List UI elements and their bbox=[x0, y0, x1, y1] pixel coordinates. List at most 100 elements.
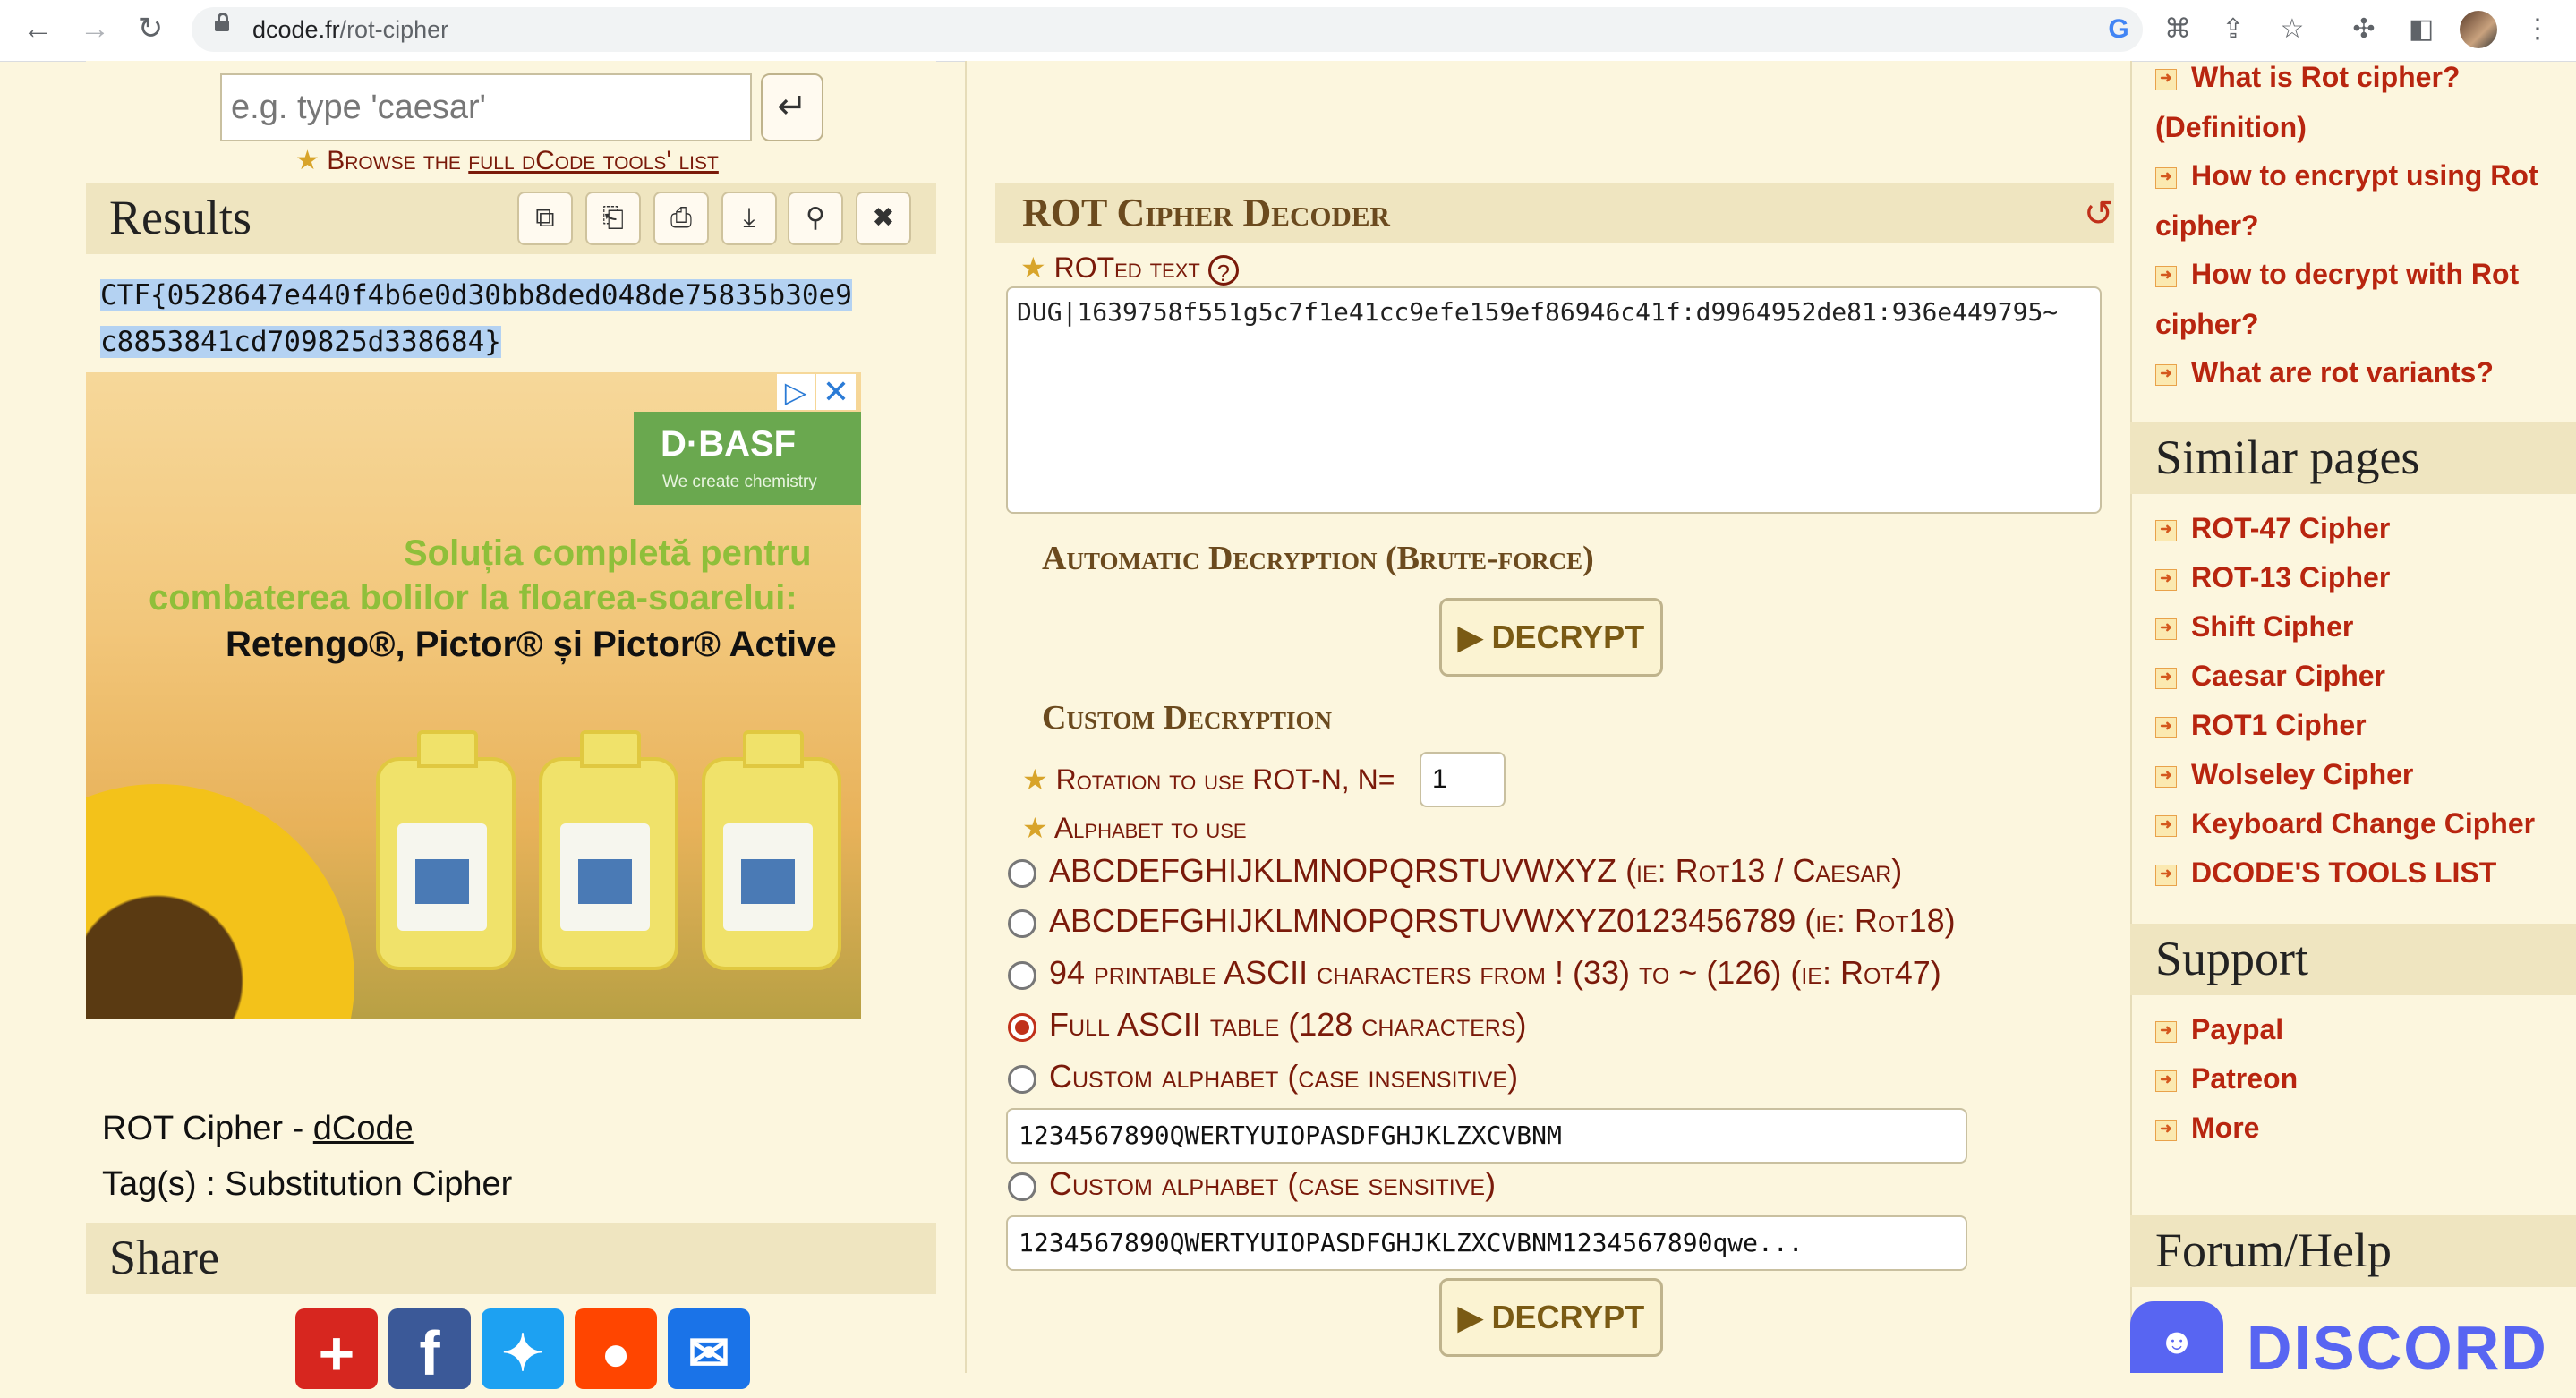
decoder-title: ROT Cipher Decoder bbox=[1022, 191, 1390, 234]
profile-avatar[interactable] bbox=[2460, 11, 2497, 48]
search-input[interactable]: e.g. type 'caesar' bbox=[220, 73, 752, 141]
alphabet-radio-rot13[interactable] bbox=[1008, 859, 1036, 888]
pin-icon[interactable]: ⚲ bbox=[788, 192, 843, 245]
discord-icon: ☻ bbox=[2130, 1301, 2223, 1373]
back-icon[interactable]: ← bbox=[18, 9, 57, 48]
arrow-icon: ➜ bbox=[2155, 519, 2177, 541]
download-icon[interactable]: ⤓ bbox=[721, 192, 777, 245]
reddit-icon[interactable]: ● bbox=[575, 1308, 657, 1389]
star-icon: ★ bbox=[295, 146, 320, 175]
faq-link-variants[interactable]: ➜ What are rot variants? bbox=[2155, 356, 2494, 389]
advertisement[interactable]: D·BASF We create chemistry ▷ ✕ Soluția c… bbox=[86, 372, 861, 1019]
faq-link-continuation[interactable]: cipher? bbox=[2155, 209, 2259, 243]
share-icon[interactable]: ⇪ bbox=[2214, 11, 2252, 48]
result-output[interactable]: CTF{0528647e440f4b6e0d30bb8ded048de75835… bbox=[100, 272, 960, 365]
similar-link[interactable]: ➜ Shift Cipher bbox=[2155, 610, 2353, 644]
alphabet-radio-custom-insensitive[interactable] bbox=[1008, 1065, 1036, 1094]
faq-link-continuation[interactable]: cipher? bbox=[2155, 308, 2259, 341]
adchoices-icon[interactable]: ▷ bbox=[777, 374, 815, 410]
auto-decrypt-title: Automatic Decryption (Brute-force) bbox=[1042, 540, 1594, 577]
ciphertext-input[interactable]: DUG|1639758f551g5c7f1e41cc9efe159ef86946… bbox=[1006, 286, 2102, 514]
alphabet-option-label: Custom alphabet (case insensitive) bbox=[1049, 1058, 1519, 1095]
arrow-icon: ➜ bbox=[2155, 864, 2177, 886]
sidepanel-icon[interactable]: ◧ bbox=[2402, 11, 2440, 48]
product-can-image bbox=[376, 730, 516, 970]
browse-tools-link[interactable]: ★ Browse the full dCode tools' list bbox=[295, 145, 719, 176]
facebook-icon[interactable]: f bbox=[388, 1308, 471, 1389]
alphabet-option-label: ABCDEFGHIJKLMNOPQRSTUVWXYZ (ie: Rot13 / … bbox=[1049, 852, 1903, 889]
arrow-icon: ➜ bbox=[2155, 814, 2177, 837]
decrypt-auto-button[interactable]: ▶ DECRYPT bbox=[1439, 598, 1663, 677]
arrow-icon: ➜ bbox=[2155, 716, 2177, 738]
alphabet-radio-custom-sensitive[interactable] bbox=[1008, 1172, 1036, 1201]
extensions-icon[interactable]: ✣ bbox=[2345, 11, 2383, 48]
reload-icon[interactable]: ↻ bbox=[131, 9, 170, 48]
input-label: ★ ROTed text ? bbox=[1020, 251, 1239, 286]
arrow-icon: ➜ bbox=[2155, 363, 2177, 386]
product-can-image bbox=[702, 730, 841, 970]
decrypt-custom-button[interactable]: ▶ DECRYPT bbox=[1439, 1278, 1663, 1357]
support-title: Support bbox=[2155, 932, 2309, 985]
faq-link-continuation[interactable]: (Definition) bbox=[2155, 111, 2307, 144]
custom-decrypt-title: Custom Decryption bbox=[1042, 699, 1332, 737]
arrow-icon: ➜ bbox=[2155, 568, 2177, 591]
translate-icon[interactable]: ⌘ bbox=[2159, 11, 2196, 48]
copy-to-input-icon[interactable]: ⎗ bbox=[585, 192, 641, 245]
bookmark-star-icon[interactable]: ☆ bbox=[2273, 11, 2311, 48]
alphabet-radio-rot18[interactable] bbox=[1008, 909, 1036, 938]
page-tags: Tag(s) : Substitution Cipher bbox=[102, 1165, 513, 1203]
similar-link[interactable]: ➜ Caesar Cipher bbox=[2155, 660, 2385, 693]
ad-products: Retengo®, Pictor® și Pictor® Active bbox=[226, 625, 837, 664]
faq-link-decrypt[interactable]: ➜ How to decrypt with Rot bbox=[2155, 258, 2519, 291]
arrow-icon: ➜ bbox=[2155, 1070, 2177, 1092]
similar-link[interactable]: ➜ ROT-47 Cipher bbox=[2155, 512, 2390, 545]
support-link[interactable]: ➜ More bbox=[2155, 1112, 2259, 1145]
support-link[interactable]: ➜ Patreon bbox=[2155, 1062, 2298, 1095]
alphabet-label: ★ Alphabet to use bbox=[1022, 812, 1247, 844]
page-credit: ROT Cipher - dCode bbox=[102, 1110, 414, 1147]
discord-link[interactable]: ☻ DISCORD bbox=[2130, 1301, 2576, 1383]
similar-link[interactable]: ➜ ROT-13 Cipher bbox=[2155, 561, 2390, 594]
rotation-label: ★ Rotation to use ROT-N, N= bbox=[1022, 763, 1395, 796]
alphabet-option-label: ABCDEFGHIJKLMNOPQRSTUVWXYZ0123456789 (ie… bbox=[1049, 902, 1956, 939]
alphabet-radio-rot47[interactable] bbox=[1008, 961, 1036, 990]
alphabet-radio-full-ascii[interactable] bbox=[1008, 1013, 1036, 1042]
browser-toolbar: ← → ↻ dcode.fr/rot-cipher G ⌘ ⇪ ☆ ✣ ◧ ⋮ bbox=[0, 0, 2576, 62]
rotation-input[interactable]: 1 bbox=[1420, 752, 1506, 807]
address-bar[interactable]: dcode.fr/rot-cipher bbox=[192, 7, 2143, 52]
url-text: dcode.fr/rot-cipher bbox=[252, 16, 449, 43]
menu-icon[interactable]: ⋮ bbox=[2519, 11, 2556, 48]
custom-alphabet-insensitive-input[interactable]: 1234567890QWERTYUIOPASDFGHJKLZXCVBNM bbox=[1006, 1108, 1967, 1164]
print-icon[interactable]: ⎙ bbox=[653, 192, 709, 245]
share-more-icon[interactable]: + bbox=[295, 1308, 378, 1389]
dcode-link[interactable]: dCode bbox=[313, 1110, 414, 1147]
arrow-icon: ➜ bbox=[2155, 1020, 2177, 1043]
search-submit-button[interactable]: ↵ bbox=[761, 73, 823, 141]
arrow-icon: ➜ bbox=[2155, 618, 2177, 640]
forward-icon[interactable]: → bbox=[75, 9, 115, 48]
share-title: Share bbox=[109, 1231, 219, 1284]
similar-link[interactable]: ➜ Wolseley Cipher bbox=[2155, 758, 2413, 791]
ad-close-icon[interactable]: ✕ bbox=[816, 374, 856, 410]
similar-link[interactable]: ➜ Keyboard Change Cipher bbox=[2155, 807, 2535, 840]
faq-link-definition[interactable]: ➜ What is Rot cipher? bbox=[2155, 61, 2460, 94]
similar-title: Similar pages bbox=[2155, 430, 2420, 484]
support-link[interactable]: ➜ Paypal bbox=[2155, 1013, 2283, 1046]
help-icon[interactable]: ? bbox=[1207, 254, 1239, 286]
google-icon[interactable]: G bbox=[2100, 11, 2137, 48]
arrow-icon: ➜ bbox=[2155, 765, 2177, 788]
arrow-icon: ➜ bbox=[2155, 1119, 2177, 1141]
similar-link[interactable]: ➜ ROT1 Cipher bbox=[2155, 709, 2367, 742]
email-icon[interactable]: ✉ bbox=[668, 1308, 750, 1389]
similar-link[interactable]: ➜ DCODE'S TOOLS LIST bbox=[2155, 857, 2496, 890]
custom-alphabet-sensitive-input[interactable]: 1234567890QWERTYUIOPASDFGHJKLZXCVBNM1234… bbox=[1006, 1215, 1967, 1271]
arrow-icon: ➜ bbox=[2155, 265, 2177, 287]
close-icon[interactable]: ✖ bbox=[856, 192, 911, 245]
results-title: Results bbox=[109, 191, 252, 244]
copy-icon[interactable]: ⧉ bbox=[517, 192, 573, 245]
twitter-icon[interactable]: ✦ bbox=[482, 1308, 564, 1389]
faq-link-encrypt[interactable]: ➜ How to encrypt using Rot bbox=[2155, 159, 2538, 192]
basf-logo: D·BASF We create chemistry bbox=[634, 412, 861, 505]
product-can-image bbox=[539, 730, 678, 970]
reset-icon[interactable]: ↺ bbox=[2084, 193, 2114, 234]
